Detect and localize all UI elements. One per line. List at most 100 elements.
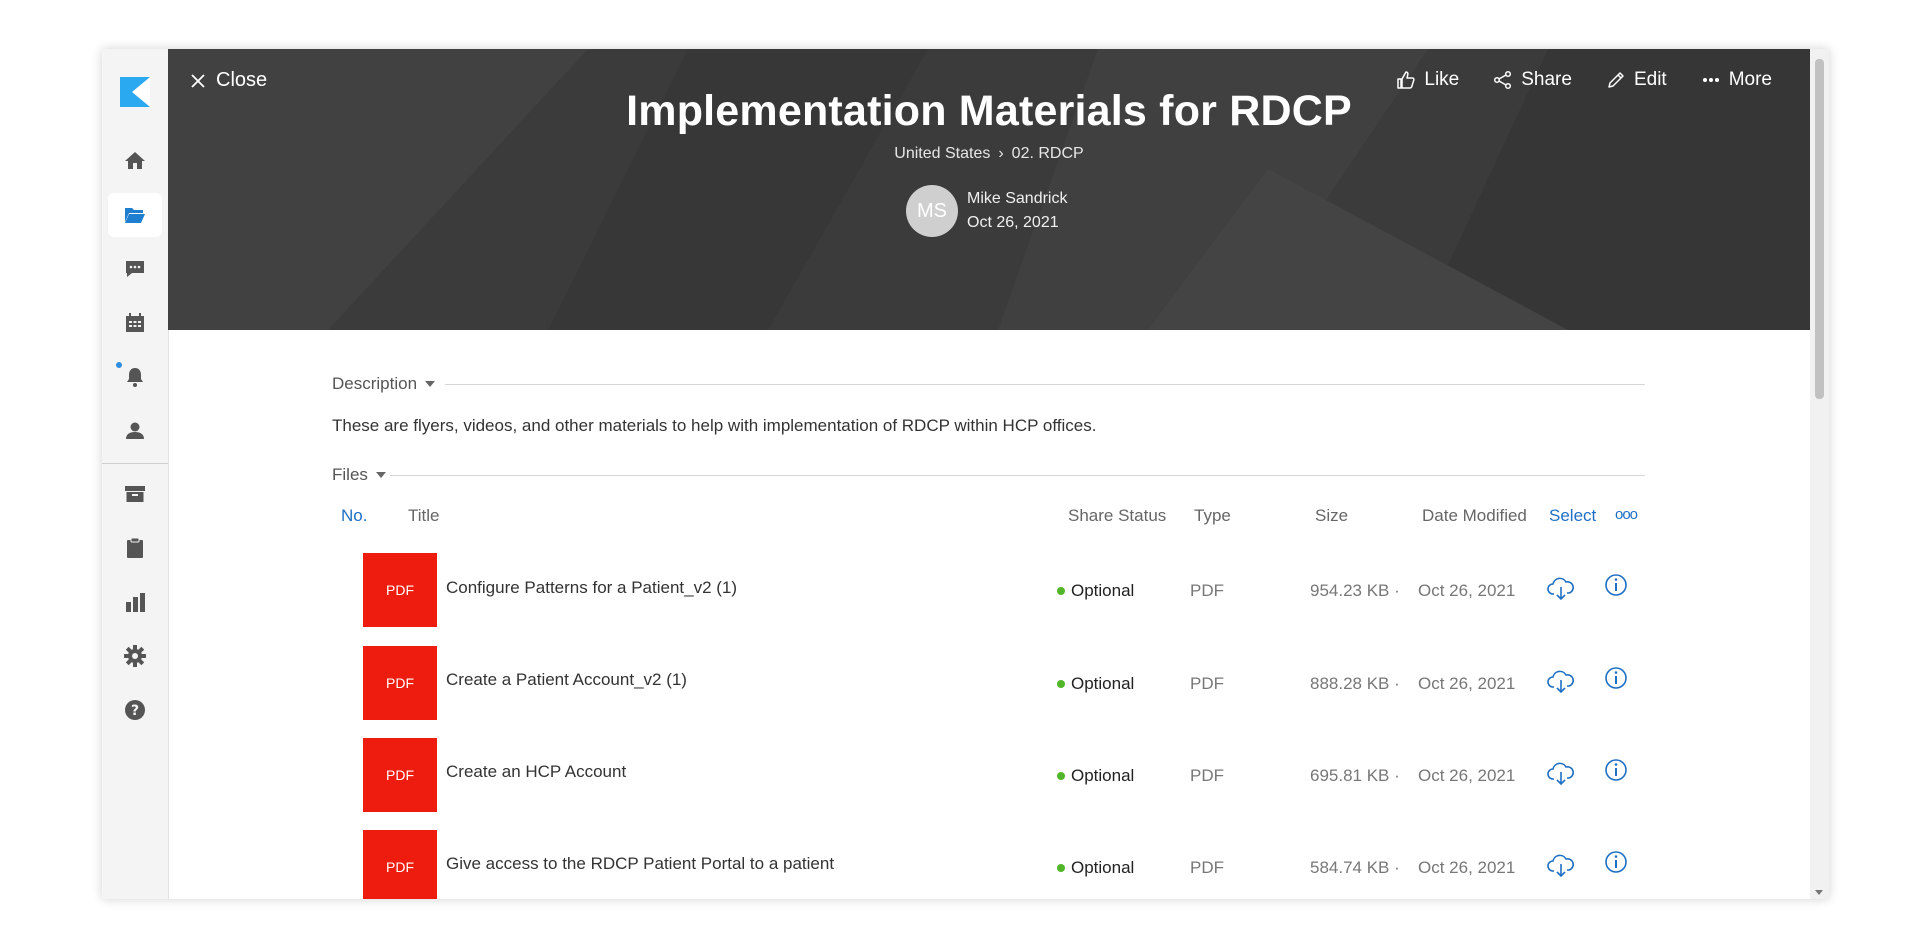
author-block: MS Mike Sandrick Oct 26, 2021 [906, 185, 1067, 237]
scrollbar[interactable] [1810, 49, 1829, 899]
breadcrumb-item-folder[interactable]: 02. RDCP [1012, 145, 1084, 162]
column-header-size[interactable]: Size [1315, 506, 1348, 526]
files-heading: Files [332, 465, 368, 484]
status-dot-icon [1057, 587, 1065, 595]
table-row[interactable]: PDF Give access to the RDCP Patient Port… [102, 830, 1810, 899]
file-type: PDF [1190, 766, 1224, 785]
home-icon [125, 152, 145, 169]
caret-down-icon [375, 472, 386, 478]
folder-open-icon [125, 208, 145, 223]
column-header-title[interactable]: Title [408, 506, 440, 526]
edit-label: Edit [1633, 69, 1667, 90]
app-window: ? Close Implementation Materials for RDC… [102, 49, 1829, 899]
nav-calendar[interactable] [108, 301, 162, 345]
share-status-label: Optional [1071, 766, 1135, 785]
header-actions: Like Share Edit More [1396, 69, 1772, 91]
share-status: Optional [1057, 581, 1134, 601]
table-row[interactable]: PDF Create a Patient Account_v2 (1) Opti… [102, 646, 1810, 721]
nav-archive[interactable] [108, 472, 162, 516]
breadcrumb-item-country[interactable]: United States [894, 145, 990, 162]
nav-home[interactable] [108, 139, 162, 183]
table-row[interactable]: PDF Create an HCP Account Optional PDF 6… [102, 738, 1810, 813]
thumbs-up-icon [1397, 71, 1416, 89]
description-divider [445, 384, 1645, 385]
page-title: Implementation Materials for RDCP [626, 87, 1352, 135]
like-button[interactable]: Like [1396, 69, 1459, 91]
header-banner: Close Implementation Materials for RDCP … [168, 49, 1810, 330]
description-heading: Description [332, 374, 418, 393]
archive-icon [125, 486, 145, 502]
pdf-thumbnail[interactable]: PDF [363, 830, 437, 899]
status-dot-icon [1057, 772, 1065, 780]
like-label: Like [1424, 69, 1460, 90]
date-modified: Oct 26, 2021 [1418, 858, 1516, 877]
info-icon[interactable] [1603, 572, 1629, 598]
avatar: MS [906, 185, 958, 237]
author-info: Mike Sandrick Oct 26, 2021 [967, 187, 1067, 235]
share-status-label: Optional [1071, 858, 1135, 877]
download-cloud-icon[interactable] [1546, 758, 1576, 788]
scrollbar-thumb[interactable] [1815, 59, 1824, 399]
file-title[interactable]: Configure Patterns for a Patient_v2 (1) [446, 578, 737, 598]
logo-icon[interactable] [118, 75, 152, 109]
files-toggle[interactable]: Files [332, 465, 386, 485]
select-button[interactable]: Select [1549, 506, 1596, 526]
column-options-button[interactable]: ooo [1615, 506, 1638, 523]
nav-notifications[interactable] [108, 355, 162, 399]
share-status: Optional [1057, 674, 1134, 694]
description-toggle[interactable]: Description [332, 374, 436, 394]
file-size: 584.74 KB · [1310, 858, 1400, 877]
nav-profile[interactable] [108, 409, 162, 453]
share-button[interactable]: Share [1493, 69, 1572, 91]
file-title[interactable]: Give access to the RDCP Patient Portal t… [446, 854, 834, 874]
download-cloud-icon[interactable] [1546, 850, 1576, 880]
nav-chat[interactable] [108, 247, 162, 291]
download-cloud-icon[interactable] [1546, 666, 1576, 696]
date-modified: Oct 26, 2021 [1418, 581, 1516, 600]
file-type: PDF [1190, 581, 1224, 600]
status-dot-icon [1057, 680, 1065, 688]
pdf-thumbnail[interactable]: PDF [363, 738, 437, 812]
more-label: More [1728, 69, 1772, 90]
caret-down-icon [425, 381, 436, 387]
file-type: PDF [1190, 674, 1224, 693]
column-header-share-status[interactable]: Share Status [1068, 506, 1166, 526]
pdf-thumbnail[interactable]: PDF [363, 646, 437, 720]
date-modified: Oct 26, 2021 [1418, 766, 1516, 785]
pdf-thumbnail[interactable]: PDF [363, 553, 437, 627]
files-divider [390, 475, 1645, 476]
share-icon [1494, 70, 1512, 90]
author-name: Mike Sandrick [967, 190, 1068, 207]
share-status-label: Optional [1071, 581, 1135, 600]
nav-content[interactable] [108, 193, 162, 237]
share-status: Optional [1057, 858, 1134, 878]
breadcrumb-separator: › [998, 145, 1004, 162]
description-text: These are flyers, videos, and other mate… [332, 416, 1097, 435]
more-dots-icon [1702, 78, 1719, 82]
file-size: 695.81 KB · [1310, 766, 1400, 785]
info-icon[interactable] [1603, 849, 1629, 875]
sidebar-divider [102, 463, 168, 464]
column-header-no[interactable]: No. [341, 506, 367, 526]
author-date: Oct 26, 2021 [967, 214, 1059, 231]
column-header-type[interactable]: Type [1194, 506, 1231, 526]
scroll-down-arrow-icon[interactable] [1815, 890, 1823, 895]
more-button[interactable]: More [1701, 69, 1772, 91]
file-size: 888.28 KB · [1310, 674, 1400, 693]
info-icon[interactable] [1603, 757, 1629, 783]
info-icon[interactable] [1603, 665, 1629, 691]
file-title[interactable]: Create an HCP Account [446, 762, 626, 782]
file-type: PDF [1190, 858, 1224, 877]
file-title[interactable]: Create a Patient Account_v2 (1) [446, 670, 687, 690]
share-status: Optional [1057, 766, 1134, 786]
chat-icon [126, 261, 144, 277]
edit-button[interactable]: Edit [1606, 69, 1667, 91]
pencil-icon [1608, 72, 1624, 88]
download-cloud-icon[interactable] [1546, 573, 1576, 603]
status-dot-icon [1057, 864, 1065, 872]
column-header-date-modified[interactable]: Date Modified [1422, 506, 1527, 526]
table-row[interactable]: PDF Configure Patterns for a Patient_v2 … [102, 553, 1810, 628]
breadcrumb: United States › 02. RDCP [168, 145, 1810, 163]
bell-icon [127, 368, 143, 387]
calendar-icon [126, 313, 144, 332]
